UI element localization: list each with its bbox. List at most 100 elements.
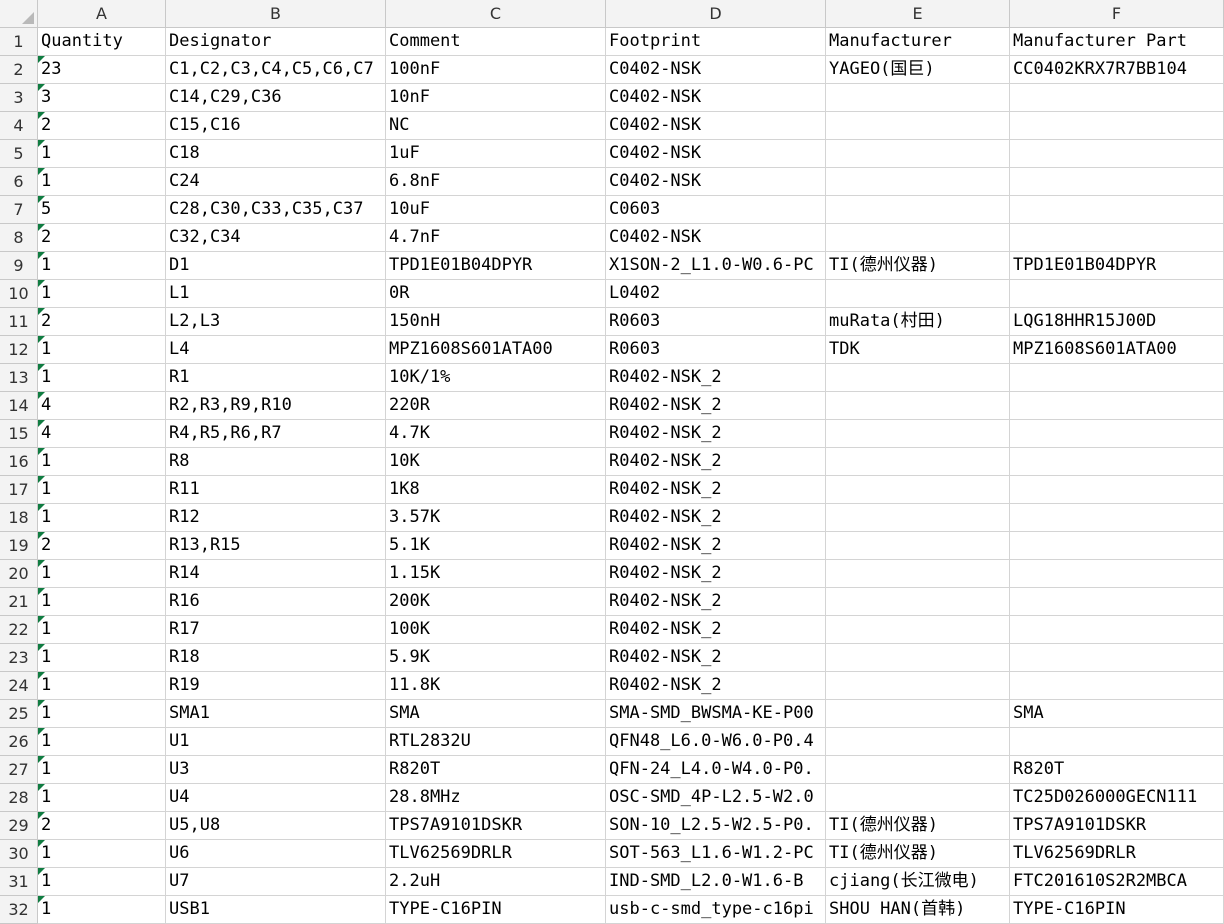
cell-a16[interactable]: 1 <box>38 448 166 476</box>
cell-f26[interactable] <box>1010 728 1224 756</box>
cell-c25[interactable]: SMA <box>386 700 606 728</box>
cell-f12[interactable]: MPZ1608S601ATA00 <box>1010 336 1224 364</box>
cell-c13[interactable]: 10K/1% <box>386 364 606 392</box>
cell-f31[interactable]: FTC201610S2R2MBCA <box>1010 868 1224 896</box>
cell-b19[interactable]: R13,R15 <box>166 532 386 560</box>
cell-e24[interactable] <box>826 672 1010 700</box>
cell-c5[interactable]: 1uF <box>386 140 606 168</box>
cell-d28[interactable]: OSC-SMD_4P-L2.5-W2.0 <box>606 784 826 812</box>
cell-e3[interactable] <box>826 84 1010 112</box>
column-header-b[interactable]: B <box>166 0 386 28</box>
row-header-18[interactable]: 18 <box>0 504 38 532</box>
cell-b3[interactable]: C14,C29,C36 <box>166 84 386 112</box>
cell-d8[interactable]: C0402-NSK <box>606 224 826 252</box>
cell-f14[interactable] <box>1010 392 1224 420</box>
cell-a5[interactable]: 1 <box>38 140 166 168</box>
cell-f30[interactable]: TLV62569DRLR <box>1010 840 1224 868</box>
cell-c14[interactable]: 220R <box>386 392 606 420</box>
cell-c31[interactable]: 2.2uH <box>386 868 606 896</box>
cell-d9[interactable]: X1SON-2_L1.0-W0.6-PC <box>606 252 826 280</box>
cell-f24[interactable] <box>1010 672 1224 700</box>
cell-b6[interactable]: C24 <box>166 168 386 196</box>
row-header-19[interactable]: 19 <box>0 532 38 560</box>
cell-d5[interactable]: C0402-NSK <box>606 140 826 168</box>
cell-d31[interactable]: IND-SMD_L2.0-W1.6-B <box>606 868 826 896</box>
cell-b10[interactable]: L1 <box>166 280 386 308</box>
cell-e17[interactable] <box>826 476 1010 504</box>
cell-c4[interactable]: NC <box>386 112 606 140</box>
cell-c11[interactable]: 150nH <box>386 308 606 336</box>
cell-b1[interactable]: Designator <box>166 28 386 56</box>
cell-a9[interactable]: 1 <box>38 252 166 280</box>
cell-f15[interactable] <box>1010 420 1224 448</box>
cell-a2[interactable]: 23 <box>38 56 166 84</box>
cell-c21[interactable]: 200K <box>386 588 606 616</box>
cell-d25[interactable]: SMA-SMD_BWSMA-KE-P00 <box>606 700 826 728</box>
cell-a12[interactable]: 1 <box>38 336 166 364</box>
cell-a14[interactable]: 4 <box>38 392 166 420</box>
cell-f27[interactable]: R820T <box>1010 756 1224 784</box>
cell-f1[interactable]: Manufacturer Part <box>1010 28 1224 56</box>
cell-c20[interactable]: 1.15K <box>386 560 606 588</box>
row-header-17[interactable]: 17 <box>0 476 38 504</box>
cell-b25[interactable]: SMA1 <box>166 700 386 728</box>
cell-d18[interactable]: R0402-NSK_2 <box>606 504 826 532</box>
cell-a21[interactable]: 1 <box>38 588 166 616</box>
cell-b11[interactable]: L2,L3 <box>166 308 386 336</box>
cell-c19[interactable]: 5.1K <box>386 532 606 560</box>
cell-f23[interactable] <box>1010 644 1224 672</box>
column-header-f[interactable]: F <box>1010 0 1224 28</box>
cell-b8[interactable]: C32,C34 <box>166 224 386 252</box>
cell-d26[interactable]: QFN48_L6.0-W6.0-P0.4 <box>606 728 826 756</box>
cell-d6[interactable]: C0402-NSK <box>606 168 826 196</box>
cell-c26[interactable]: RTL2832U <box>386 728 606 756</box>
cell-c29[interactable]: TPS7A9101DSKR <box>386 812 606 840</box>
cell-f28[interactable]: TC25D026000GECN111 <box>1010 784 1224 812</box>
cell-a3[interactable]: 3 <box>38 84 166 112</box>
cell-e23[interactable] <box>826 644 1010 672</box>
row-header-3[interactable]: 3 <box>0 84 38 112</box>
cell-b15[interactable]: R4,R5,R6,R7 <box>166 420 386 448</box>
cell-b24[interactable]: R19 <box>166 672 386 700</box>
cell-d13[interactable]: R0402-NSK_2 <box>606 364 826 392</box>
cell-a29[interactable]: 2 <box>38 812 166 840</box>
cell-f29[interactable]: TPS7A9101DSKR <box>1010 812 1224 840</box>
row-header-25[interactable]: 25 <box>0 700 38 728</box>
cell-c15[interactable]: 4.7K <box>386 420 606 448</box>
row-header-30[interactable]: 30 <box>0 840 38 868</box>
cell-e4[interactable] <box>826 112 1010 140</box>
cell-c24[interactable]: 11.8K <box>386 672 606 700</box>
cell-a15[interactable]: 4 <box>38 420 166 448</box>
row-header-26[interactable]: 26 <box>0 728 38 756</box>
cell-f4[interactable] <box>1010 112 1224 140</box>
cell-d22[interactable]: R0402-NSK_2 <box>606 616 826 644</box>
row-header-9[interactable]: 9 <box>0 252 38 280</box>
cell-e11[interactable]: muRata(村田) <box>826 308 1010 336</box>
row-header-32[interactable]: 32 <box>0 896 38 924</box>
column-header-a[interactable]: A <box>38 0 166 28</box>
cell-a31[interactable]: 1 <box>38 868 166 896</box>
cell-b2[interactable]: C1,C2,C3,C4,C5,C6,C7 <box>166 56 386 84</box>
row-header-12[interactable]: 12 <box>0 336 38 364</box>
cell-b28[interactable]: U4 <box>166 784 386 812</box>
select-all-corner[interactable] <box>0 0 38 28</box>
cell-a4[interactable]: 2 <box>38 112 166 140</box>
cell-c12[interactable]: MPZ1608S601ATA00 <box>386 336 606 364</box>
row-header-5[interactable]: 5 <box>0 140 38 168</box>
cell-b23[interactable]: R18 <box>166 644 386 672</box>
cell-e6[interactable] <box>826 168 1010 196</box>
cell-c2[interactable]: 100nF <box>386 56 606 84</box>
cell-e21[interactable] <box>826 588 1010 616</box>
cell-f7[interactable] <box>1010 196 1224 224</box>
cell-b16[interactable]: R8 <box>166 448 386 476</box>
cell-d30[interactable]: SOT-563_L1.6-W1.2-PC <box>606 840 826 868</box>
cell-f21[interactable] <box>1010 588 1224 616</box>
cell-e28[interactable] <box>826 784 1010 812</box>
row-header-22[interactable]: 22 <box>0 616 38 644</box>
cell-b30[interactable]: U6 <box>166 840 386 868</box>
cell-b29[interactable]: U5,U8 <box>166 812 386 840</box>
column-header-d[interactable]: D <box>606 0 826 28</box>
cell-c16[interactable]: 10K <box>386 448 606 476</box>
cell-b18[interactable]: R12 <box>166 504 386 532</box>
cell-e8[interactable] <box>826 224 1010 252</box>
